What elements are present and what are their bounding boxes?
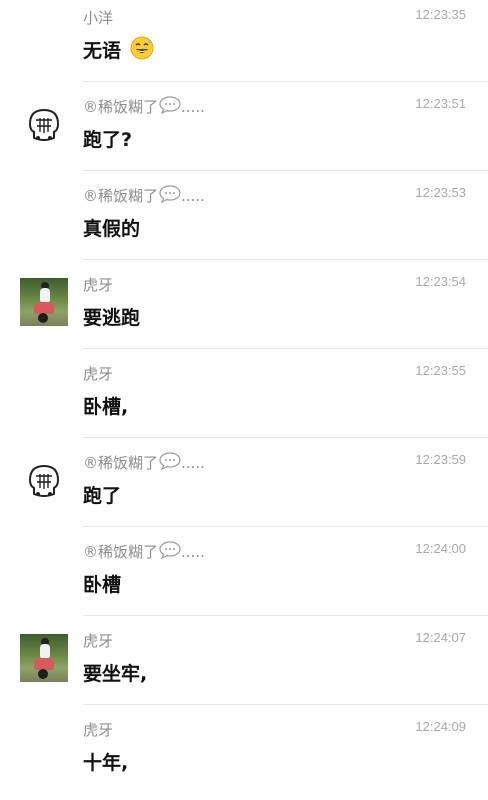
message-text: 真假的 [83,218,141,240]
message-text: 要坐牢, [83,663,148,685]
message-text: 要逃跑 [83,307,141,329]
sender-name: 虎牙 [83,276,114,294]
sender-name-text: ®稀饭糊了 [83,454,159,472]
sender-name: 虎牙 [83,721,114,739]
sender-name: ®稀饭糊了..... [83,452,205,473]
message-time: 12:23:55 [415,363,466,378]
speech-bubble-icon [159,452,181,470]
sender-name: ®稀饭糊了..... [83,185,205,206]
sender-name-suffix: ..... [181,454,205,472]
message-row[interactable]: 虎牙 12:23:54 要逃跑 [0,260,488,349]
message-row[interactable]: 虎牙 12:24:07 要坐牢, [0,616,488,705]
message-row[interactable]: 虎牙 12:23:55 卧槽, [0,349,488,438]
sender-name: 小洋 [83,9,114,27]
sender-name-text: ®稀饭糊了 [83,187,159,205]
message-text: 卧槽, [83,396,129,418]
sender-name-text: ®稀饭糊了 [83,98,159,116]
message-row[interactable]: 小洋 12:23:35 无语 [0,0,488,82]
sender-name: ®稀饭糊了..... [83,96,205,117]
message-time: 12:23:59 [415,452,466,467]
message-time: 12:24:09 [415,719,466,734]
message-text: 跑了? [83,129,133,151]
cartoon-face-icon [20,456,68,504]
speech-bubble-icon [159,185,181,203]
message-time: 12:24:00 [415,541,466,556]
message-row[interactable]: ®稀饭糊了..... 12:24:00 卧槽 [0,527,488,616]
photo-wheel [38,313,48,323]
message-row[interactable]: ®稀饭糊了..... 12:23:51 跑了? [0,82,488,171]
avatar-cartoon-face[interactable] [20,100,68,148]
photo-rider-body [40,644,50,658]
photo-rider-body [40,288,50,302]
message-time: 12:23:53 [415,185,466,200]
speech-bubble-icon [159,96,181,114]
avatar-scooter-photo[interactable] [20,278,68,326]
avatar-scooter-photo[interactable] [20,634,68,682]
sender-name: 虎牙 [83,365,114,383]
message-row[interactable]: ®稀饭糊了..... 12:23:59 跑了 [0,438,488,527]
chat-history-list: 小洋 12:23:35 无语 ®稀饭糊了 ..... 12:23:51 跑了? … [0,0,488,800]
message-time: 12:24:07 [415,630,466,645]
message-row[interactable]: 虎牙 12:24:09 十年, [0,705,488,794]
cartoon-face-icon [20,100,68,148]
message-time: 12:23:54 [415,274,466,289]
message-time: 12:23:51 [415,96,466,111]
sender-name-suffix: ..... [181,187,205,205]
message-text: 跑了 [83,485,122,507]
message-text: 卧槽 [83,574,122,596]
sweat-smile-emoji-icon [130,36,154,60]
sender-name-text: ®稀饭糊了 [83,543,159,561]
sender-name-suffix: ..... [181,98,205,116]
speech-bubble-icon [159,541,181,559]
avatar-cartoon-face[interactable] [20,456,68,504]
message-content: 无语 [83,36,154,63]
message-row[interactable]: ®稀饭糊了..... 12:23:53 真假的 [0,171,488,260]
message-text: 十年, [83,752,129,774]
message-time: 12:23:35 [415,7,466,22]
sender-name: ®稀饭糊了..... [83,541,205,562]
sender-name-suffix: ..... [181,543,205,561]
photo-wheel [38,669,48,679]
message-text: 无语 [83,40,122,62]
sender-name: 虎牙 [83,632,114,650]
